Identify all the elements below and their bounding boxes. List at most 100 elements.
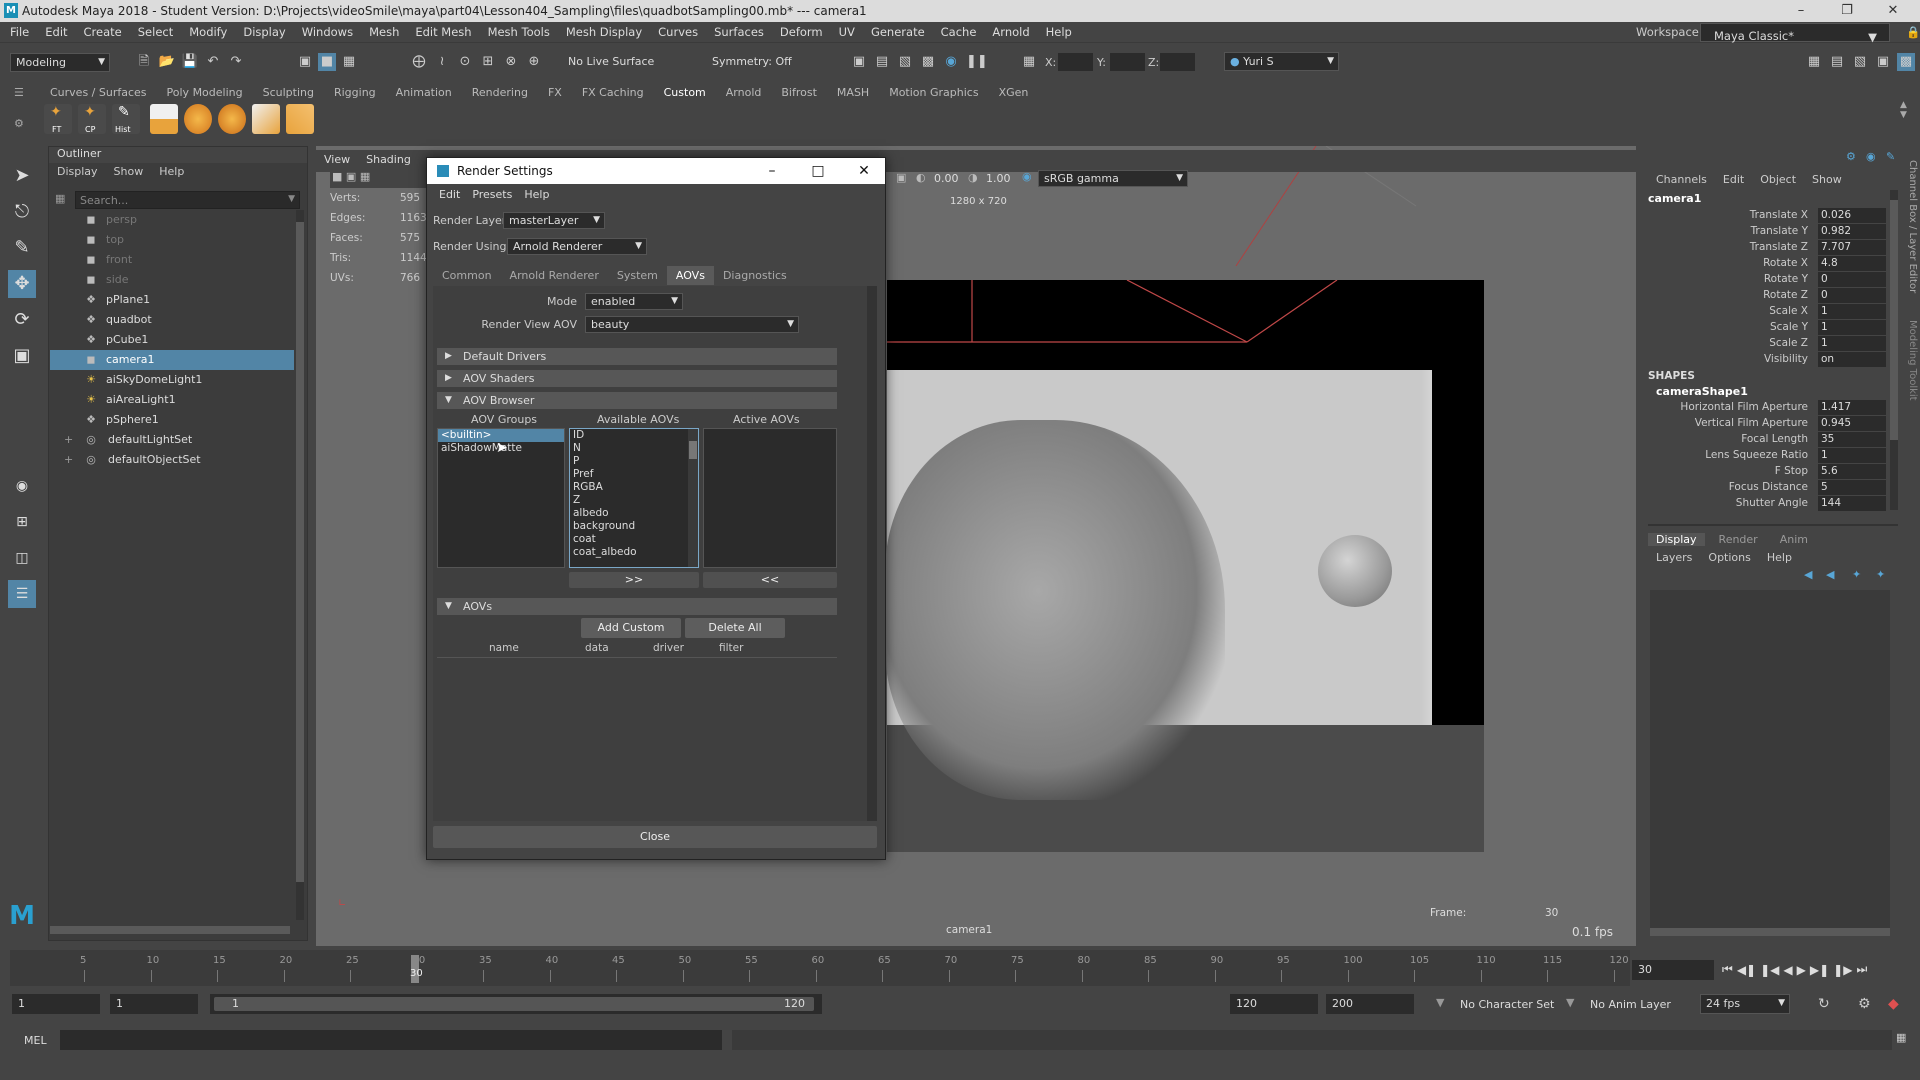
- cb-scroll-thumb[interactable]: [1890, 200, 1898, 440]
- symmetry-label[interactable]: Symmetry: Off: [712, 55, 792, 68]
- cb-channel-value[interactable]: on: [1818, 352, 1886, 367]
- menu-cache[interactable]: Cache: [933, 22, 985, 43]
- shelf-tab-bifrost[interactable]: Bifrost: [771, 84, 827, 102]
- menu-arnold[interactable]: Arnold: [984, 22, 1037, 43]
- shelf-tab-animation[interactable]: Animation: [386, 84, 462, 102]
- character-set-icon[interactable]: ▼: [1436, 996, 1444, 1009]
- aov-item[interactable]: RGBA: [570, 481, 698, 494]
- step-forward-frame-icon[interactable]: ▶❚: [1810, 963, 1829, 977]
- close-window-button[interactable]: ✕: [1870, 0, 1916, 22]
- cb-shape-channel-label[interactable]: Shutter Angle: [1650, 497, 1808, 509]
- expand-icon[interactable]: +: [64, 450, 73, 470]
- new-layer-icon[interactable]: ✦: [1852, 568, 1861, 581]
- cb-channel-label[interactable]: Rotate Y: [1650, 273, 1808, 285]
- rs-minimize-button[interactable]: –: [749, 158, 795, 184]
- color-management-icon[interactable]: ◉: [1022, 170, 1032, 183]
- rs-scrollbar[interactable]: [867, 286, 877, 821]
- outliner-item-pplane1[interactable]: ❖ pPlane1: [50, 290, 294, 310]
- auto-key-icon[interactable]: ⚙: [1858, 996, 1871, 1012]
- cb-scrollbar[interactable]: [1890, 190, 1898, 510]
- select-object-icon[interactable]: ■: [318, 53, 336, 71]
- shelf-tab-curves[interactable]: Curves / Surfaces: [40, 84, 157, 102]
- cb-channel-value[interactable]: 7.707: [1818, 240, 1886, 255]
- move-tool-icon[interactable]: ✥: [8, 270, 36, 298]
- cb-channel-label[interactable]: Translate Z: [1650, 241, 1808, 253]
- rs-tab-arnold-renderer[interactable]: Arnold Renderer: [501, 266, 608, 285]
- aov-item[interactable]: coat_albedo: [570, 546, 698, 559]
- menu-display[interactable]: Display: [235, 22, 293, 43]
- shelf-tab-motion-graphics[interactable]: Motion Graphics: [879, 84, 988, 102]
- open-scene-icon[interactable]: 📂: [158, 53, 176, 71]
- remove-aov-button[interactable]: <<: [703, 572, 837, 588]
- go-to-start-icon[interactable]: ⏮: [1722, 962, 1733, 977]
- cb-shape-channel-value[interactable]: 144: [1818, 496, 1886, 511]
- shelf-tab-mash[interactable]: MASH: [827, 84, 879, 102]
- cb-shape-channel-value[interactable]: 1.417: [1818, 400, 1886, 415]
- rs-tab-aovs[interactable]: AOVs: [666, 266, 714, 285]
- aov-item[interactable]: N: [570, 442, 698, 455]
- sphere-model[interactable]: [1318, 535, 1392, 607]
- aov-item[interactable]: Pref: [570, 468, 698, 481]
- select-hierarchy-icon[interactable]: ▣: [296, 53, 314, 71]
- select-component-icon[interactable]: ▦: [340, 53, 358, 71]
- layer-menu-options[interactable]: Options: [1700, 551, 1758, 564]
- menu-windows[interactable]: Windows: [294, 22, 361, 43]
- cb-shape-channel-label[interactable]: Lens Squeeze Ratio: [1650, 449, 1808, 461]
- current-frame-field[interactable]: 30: [1632, 960, 1714, 980]
- cb-shape-channel-label[interactable]: Focal Length: [1650, 433, 1808, 445]
- cb-channel-value[interactable]: 1: [1818, 320, 1886, 335]
- step-forward-key-icon[interactable]: ❚▶: [1833, 963, 1852, 977]
- layer-move-down-icon[interactable]: ◀: [1826, 568, 1834, 581]
- cb-menu-show[interactable]: Show: [1804, 173, 1850, 186]
- shelf-tab-arnold[interactable]: Arnold: [716, 84, 772, 102]
- outliner-menu-help[interactable]: Help: [151, 163, 192, 181]
- save-scene-icon[interactable]: 💾: [181, 53, 199, 71]
- shelf-tab-fx[interactable]: FX: [538, 84, 572, 102]
- cb-channel-value[interactable]: 0: [1818, 288, 1886, 303]
- pause-icon[interactable]: ❚❚: [966, 53, 988, 71]
- modeling-toolkit-icon[interactable]: ▦: [1805, 53, 1823, 71]
- shelf-delete-history-button[interactable]: ✎ Hist: [112, 104, 140, 134]
- menu-mesh[interactable]: Mesh: [361, 22, 407, 43]
- rs-maximize-button[interactable]: □: [795, 158, 841, 184]
- cb-channel-label[interactable]: Rotate Z: [1650, 289, 1808, 301]
- outliner-item-pcube1[interactable]: ❖ pCube1: [50, 330, 294, 350]
- anim-layer-icon[interactable]: ▼: [1566, 996, 1574, 1009]
- soft-select-icon[interactable]: ◉: [8, 472, 36, 500]
- y-field[interactable]: [1110, 53, 1145, 71]
- aov-item[interactable]: Z: [570, 494, 698, 507]
- filter-icon[interactable]: ▦: [55, 192, 65, 205]
- scene-start-field[interactable]: 1: [12, 994, 100, 1014]
- cb-channel-label[interactable]: Translate Y: [1650, 225, 1808, 237]
- layout-two-pane-icon[interactable]: ◫: [8, 544, 36, 572]
- new-scene-icon[interactable]: 🗎: [135, 53, 153, 71]
- outliner-item-quadbot[interactable]: ❖ quadbot: [50, 310, 294, 330]
- aov-item[interactable]: ID: [570, 429, 698, 442]
- outliner-toggle-icon[interactable]: ▩: [1897, 53, 1915, 71]
- scene-end-field[interactable]: 200: [1326, 994, 1414, 1014]
- cb-edit-icon[interactable]: ✎: [1886, 150, 1895, 163]
- quadbot-model[interactable]: [885, 420, 1225, 800]
- rs-menu-presets[interactable]: Presets: [466, 185, 518, 205]
- bookmark-icon[interactable]: ▦: [360, 170, 370, 183]
- outliner-item-front[interactable]: ◼ front: [50, 250, 294, 270]
- lasso-tool-icon[interactable]: ⎋: [8, 198, 36, 226]
- rs-tab-diagnostics[interactable]: Diagnostics: [714, 266, 796, 285]
- snap-curve-icon[interactable]: ≀: [433, 53, 451, 71]
- cb-shape-channel-value[interactable]: 1: [1818, 448, 1886, 463]
- outliner-menu-show[interactable]: Show: [106, 163, 152, 181]
- shelf-menu-icon[interactable]: ☰: [14, 86, 24, 99]
- cb-channel-value[interactable]: 0: [1818, 272, 1886, 287]
- layer-hscrollbar[interactable]: [1650, 928, 1890, 936]
- active-aovs-list[interactable]: [703, 428, 837, 568]
- x-field[interactable]: [1058, 53, 1093, 71]
- viewport-menu-view[interactable]: View: [316, 150, 358, 170]
- delete-all-button[interactable]: Delete All: [685, 618, 785, 638]
- frame-default-drivers[interactable]: ▶ Default Drivers: [437, 348, 837, 365]
- live-surface-label[interactable]: No Live Surface: [568, 55, 654, 68]
- menu-edit-mesh[interactable]: Edit Mesh: [407, 22, 479, 43]
- outliner-item-persp[interactable]: ◼ persp: [50, 210, 294, 230]
- outliner-search-input[interactable]: Search... ▼: [75, 191, 300, 209]
- shelf-tab-fx-caching[interactable]: FX Caching: [572, 84, 654, 102]
- cb-channel-label[interactable]: Scale X: [1650, 305, 1808, 317]
